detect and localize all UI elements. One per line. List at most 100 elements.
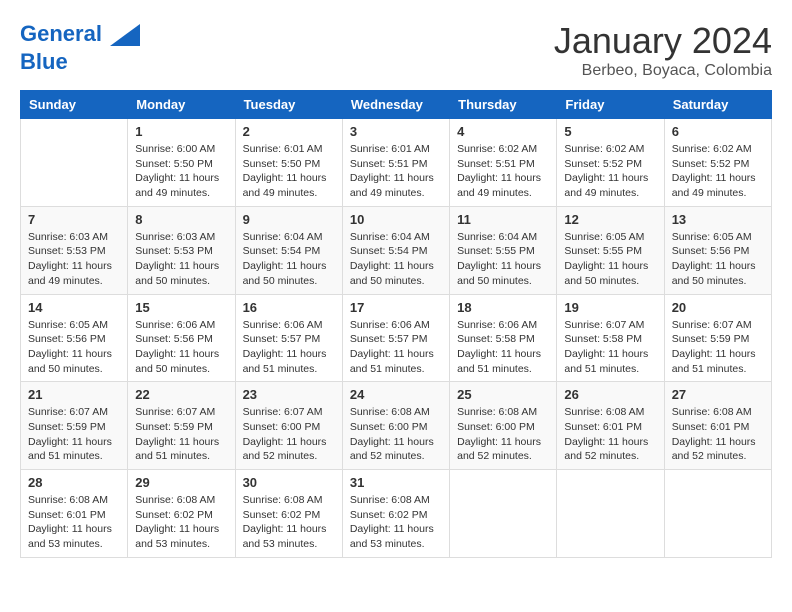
day-number: 11 xyxy=(457,212,549,227)
calendar-table: SundayMondayTuesdayWednesdayThursdayFrid… xyxy=(20,90,772,558)
day-info: Sunrise: 6:08 AM Sunset: 6:01 PM Dayligh… xyxy=(564,405,656,464)
day-cell: 27 Sunrise: 6:08 AM Sunset: 6:01 PM Dayl… xyxy=(664,382,771,470)
day-info: Sunrise: 6:04 AM Sunset: 5:55 PM Dayligh… xyxy=(457,230,549,289)
day-info: Sunrise: 6:07 AM Sunset: 5:58 PM Dayligh… xyxy=(564,318,656,377)
logo-text: General xyxy=(20,20,140,50)
day-cell: 17 Sunrise: 6:06 AM Sunset: 5:57 PM Dayl… xyxy=(342,294,449,382)
day-number: 24 xyxy=(350,387,442,402)
day-cell: 24 Sunrise: 6:08 AM Sunset: 6:00 PM Dayl… xyxy=(342,382,449,470)
day-number: 26 xyxy=(564,387,656,402)
day-number: 22 xyxy=(135,387,227,402)
day-number: 5 xyxy=(564,124,656,139)
day-cell: 16 Sunrise: 6:06 AM Sunset: 5:57 PM Dayl… xyxy=(235,294,342,382)
logo: General Blue xyxy=(20,20,140,74)
day-number: 17 xyxy=(350,300,442,315)
day-header-thursday: Thursday xyxy=(450,91,557,119)
week-row-3: 14 Sunrise: 6:05 AM Sunset: 5:56 PM Dayl… xyxy=(21,294,772,382)
day-number: 12 xyxy=(564,212,656,227)
day-info: Sunrise: 6:08 AM Sunset: 6:02 PM Dayligh… xyxy=(135,493,227,552)
day-cell: 4 Sunrise: 6:02 AM Sunset: 5:51 PM Dayli… xyxy=(450,119,557,207)
day-info: Sunrise: 6:06 AM Sunset: 5:58 PM Dayligh… xyxy=(457,318,549,377)
day-cell: 5 Sunrise: 6:02 AM Sunset: 5:52 PM Dayli… xyxy=(557,119,664,207)
day-cell: 1 Sunrise: 6:00 AM Sunset: 5:50 PM Dayli… xyxy=(128,119,235,207)
day-number: 20 xyxy=(672,300,764,315)
day-info: Sunrise: 6:04 AM Sunset: 5:54 PM Dayligh… xyxy=(350,230,442,289)
day-number: 8 xyxy=(135,212,227,227)
day-cell: 29 Sunrise: 6:08 AM Sunset: 6:02 PM Dayl… xyxy=(128,470,235,558)
day-info: Sunrise: 6:02 AM Sunset: 5:51 PM Dayligh… xyxy=(457,142,549,201)
week-row-4: 21 Sunrise: 6:07 AM Sunset: 5:59 PM Dayl… xyxy=(21,382,772,470)
day-info: Sunrise: 6:06 AM Sunset: 5:57 PM Dayligh… xyxy=(243,318,335,377)
day-info: Sunrise: 6:07 AM Sunset: 5:59 PM Dayligh… xyxy=(672,318,764,377)
day-number: 31 xyxy=(350,475,442,490)
week-row-1: 1 Sunrise: 6:00 AM Sunset: 5:50 PM Dayli… xyxy=(21,119,772,207)
day-number: 27 xyxy=(672,387,764,402)
day-cell: 9 Sunrise: 6:04 AM Sunset: 5:54 PM Dayli… xyxy=(235,206,342,294)
day-info: Sunrise: 6:02 AM Sunset: 5:52 PM Dayligh… xyxy=(672,142,764,201)
day-number: 9 xyxy=(243,212,335,227)
day-number: 10 xyxy=(350,212,442,227)
day-header-saturday: Saturday xyxy=(664,91,771,119)
day-cell: 7 Sunrise: 6:03 AM Sunset: 5:53 PM Dayli… xyxy=(21,206,128,294)
day-number: 2 xyxy=(243,124,335,139)
day-cell: 13 Sunrise: 6:05 AM Sunset: 5:56 PM Dayl… xyxy=(664,206,771,294)
day-number: 28 xyxy=(28,475,120,490)
day-number: 3 xyxy=(350,124,442,139)
day-number: 4 xyxy=(457,124,549,139)
day-number: 25 xyxy=(457,387,549,402)
day-cell xyxy=(21,119,128,207)
day-info: Sunrise: 6:01 AM Sunset: 5:50 PM Dayligh… xyxy=(243,142,335,201)
day-cell: 11 Sunrise: 6:04 AM Sunset: 5:55 PM Dayl… xyxy=(450,206,557,294)
calendar-header-row: SundayMondayTuesdayWednesdayThursdayFrid… xyxy=(21,91,772,119)
page-header: General Blue January 2024 Berbeo, Boyaca… xyxy=(20,20,772,80)
week-row-5: 28 Sunrise: 6:08 AM Sunset: 6:01 PM Dayl… xyxy=(21,470,772,558)
day-info: Sunrise: 6:05 AM Sunset: 5:56 PM Dayligh… xyxy=(28,318,120,377)
day-cell: 21 Sunrise: 6:07 AM Sunset: 5:59 PM Dayl… xyxy=(21,382,128,470)
subtitle: Berbeo, Boyaca, Colombia xyxy=(554,62,772,80)
day-header-monday: Monday xyxy=(128,91,235,119)
day-cell: 18 Sunrise: 6:06 AM Sunset: 5:58 PM Dayl… xyxy=(450,294,557,382)
day-number: 15 xyxy=(135,300,227,315)
day-cell: 15 Sunrise: 6:06 AM Sunset: 5:56 PM Dayl… xyxy=(128,294,235,382)
day-info: Sunrise: 6:08 AM Sunset: 6:00 PM Dayligh… xyxy=(457,405,549,464)
day-cell: 28 Sunrise: 6:08 AM Sunset: 6:01 PM Dayl… xyxy=(21,470,128,558)
day-number: 30 xyxy=(243,475,335,490)
day-cell: 3 Sunrise: 6:01 AM Sunset: 5:51 PM Dayli… xyxy=(342,119,449,207)
day-cell: 26 Sunrise: 6:08 AM Sunset: 6:01 PM Dayl… xyxy=(557,382,664,470)
day-cell: 20 Sunrise: 6:07 AM Sunset: 5:59 PM Dayl… xyxy=(664,294,771,382)
day-info: Sunrise: 6:07 AM Sunset: 5:59 PM Dayligh… xyxy=(135,405,227,464)
week-row-2: 7 Sunrise: 6:03 AM Sunset: 5:53 PM Dayli… xyxy=(21,206,772,294)
day-header-tuesday: Tuesday xyxy=(235,91,342,119)
day-cell xyxy=(557,470,664,558)
day-number: 18 xyxy=(457,300,549,315)
day-number: 13 xyxy=(672,212,764,227)
day-header-wednesday: Wednesday xyxy=(342,91,449,119)
month-title: January 2024 xyxy=(554,20,772,62)
day-info: Sunrise: 6:03 AM Sunset: 5:53 PM Dayligh… xyxy=(28,230,120,289)
day-cell: 30 Sunrise: 6:08 AM Sunset: 6:02 PM Dayl… xyxy=(235,470,342,558)
day-cell xyxy=(450,470,557,558)
day-cell: 2 Sunrise: 6:01 AM Sunset: 5:50 PM Dayli… xyxy=(235,119,342,207)
day-info: Sunrise: 6:00 AM Sunset: 5:50 PM Dayligh… xyxy=(135,142,227,201)
day-info: Sunrise: 6:03 AM Sunset: 5:53 PM Dayligh… xyxy=(135,230,227,289)
day-info: Sunrise: 6:05 AM Sunset: 5:55 PM Dayligh… xyxy=(564,230,656,289)
day-cell: 19 Sunrise: 6:07 AM Sunset: 5:58 PM Dayl… xyxy=(557,294,664,382)
day-cell: 14 Sunrise: 6:05 AM Sunset: 5:56 PM Dayl… xyxy=(21,294,128,382)
day-info: Sunrise: 6:01 AM Sunset: 5:51 PM Dayligh… xyxy=(350,142,442,201)
day-cell: 22 Sunrise: 6:07 AM Sunset: 5:59 PM Dayl… xyxy=(128,382,235,470)
day-number: 1 xyxy=(135,124,227,139)
title-area: January 2024 Berbeo, Boyaca, Colombia xyxy=(554,20,772,80)
day-info: Sunrise: 6:08 AM Sunset: 6:01 PM Dayligh… xyxy=(672,405,764,464)
day-cell xyxy=(664,470,771,558)
day-cell: 6 Sunrise: 6:02 AM Sunset: 5:52 PM Dayli… xyxy=(664,119,771,207)
day-info: Sunrise: 6:08 AM Sunset: 6:01 PM Dayligh… xyxy=(28,493,120,552)
day-info: Sunrise: 6:07 AM Sunset: 6:00 PM Dayligh… xyxy=(243,405,335,464)
day-number: 19 xyxy=(564,300,656,315)
day-number: 29 xyxy=(135,475,227,490)
day-info: Sunrise: 6:06 AM Sunset: 5:57 PM Dayligh… xyxy=(350,318,442,377)
day-cell: 23 Sunrise: 6:07 AM Sunset: 6:00 PM Dayl… xyxy=(235,382,342,470)
day-cell: 31 Sunrise: 6:08 AM Sunset: 6:02 PM Dayl… xyxy=(342,470,449,558)
logo-general: General xyxy=(20,21,102,46)
day-header-friday: Friday xyxy=(557,91,664,119)
day-info: Sunrise: 6:08 AM Sunset: 6:02 PM Dayligh… xyxy=(350,493,442,552)
